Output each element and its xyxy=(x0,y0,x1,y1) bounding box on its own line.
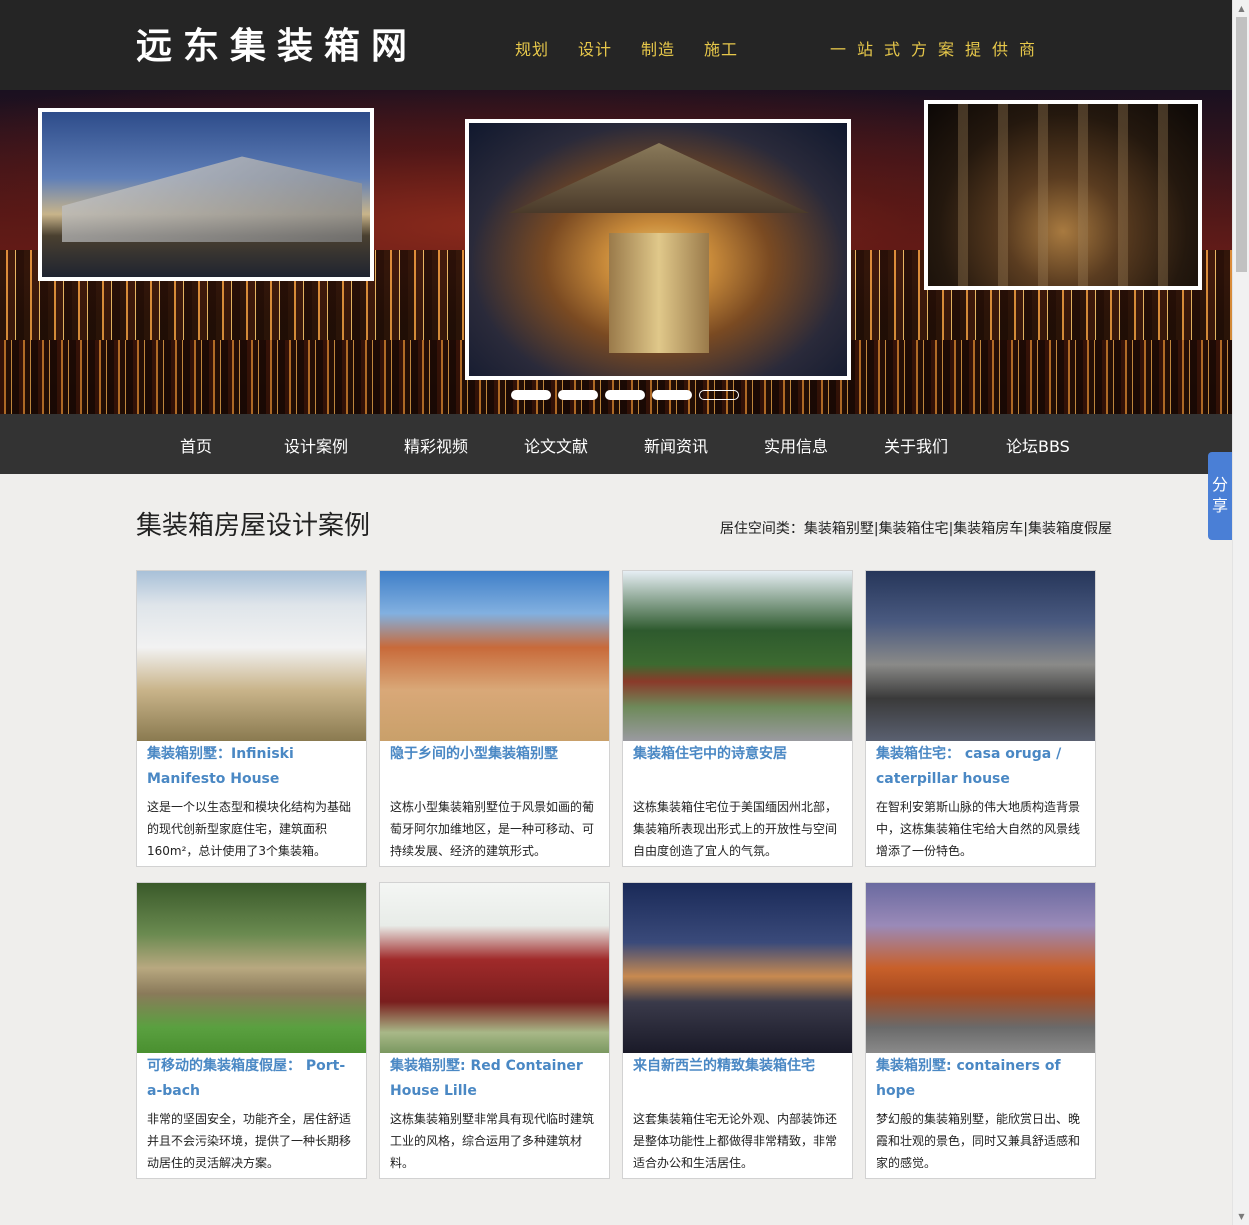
case-card[interactable]: 来自新西兰的精致集装箱住宅 这套集装箱住宅无论外观、内部装饰还是整体功能性上都做… xyxy=(622,882,853,1179)
category-links: 居住空间类：集装箱别墅|集装箱住宅|集装箱房车|集装箱度假屋 xyxy=(720,518,1112,538)
case-image[interactable] xyxy=(866,883,1095,1053)
section-title: 集装箱房屋设计案例 xyxy=(136,511,371,541)
banner-photo-right[interactable] xyxy=(924,100,1202,290)
scroll-up-arrow-icon[interactable]: ▲ xyxy=(1233,0,1249,17)
case-description: 这是一个以生态型和模块化结构为基础的现代创新型家庭住宅，建筑面积160m²，总计… xyxy=(147,800,352,858)
slider-dot-4[interactable] xyxy=(652,390,692,400)
case-title[interactable]: 集装箱别墅: Red Container House Lille xyxy=(390,1054,602,1104)
case-image[interactable] xyxy=(380,571,609,741)
nav-forum[interactable]: 论坛BBS xyxy=(1006,433,1070,457)
case-title[interactable]: 隐于乡间的小型集装箱别墅 xyxy=(390,742,602,767)
scrollbar-thumb[interactable] xyxy=(1236,17,1247,272)
case-description: 这栋小型集装箱别墅位于风景如画的葡萄牙阿尔加维地区，是一种可移动、可持续发展、经… xyxy=(390,800,595,858)
case-description: 梦幻般的集装箱别墅，能欣赏日出、晚霞和壮观的景色，同时又兼具舒适感和家的感觉。 xyxy=(876,1112,1081,1170)
case-image[interactable] xyxy=(623,571,852,741)
top-nav-planning[interactable]: 规划 xyxy=(515,36,549,60)
nav-news[interactable]: 新闻资讯 xyxy=(644,433,708,457)
nav-design-cases[interactable]: 设计案例 xyxy=(284,433,348,457)
slogan: 一站式方案提供商 xyxy=(830,40,1047,59)
case-image[interactable] xyxy=(137,883,366,1053)
case-description: 这栋集装箱住宅位于美国缅因州北部，集装箱所表现出形式上的开放性与空间自由度创造了… xyxy=(633,800,838,858)
case-card[interactable]: 集装箱别墅: Red Container House Lille 这栋集装箱别墅… xyxy=(379,882,610,1179)
slider-dots xyxy=(511,390,746,400)
slider-dot-2[interactable] xyxy=(558,390,598,400)
main-nav: 首页 设计案例 精彩视频 论文文献 新闻资讯 实用信息 关于我们 论坛BBS xyxy=(0,414,1232,474)
case-description: 非常的坚固安全，功能齐全，居住舒适并且不会污染环境，提供了一种长期移动居住的灵活… xyxy=(147,1112,352,1170)
site-header: 远东集装箱网 规划 设计 制造 施工 一站式方案提供商 xyxy=(0,0,1232,90)
case-card[interactable]: 集装箱住宅中的诗意安居 这栋集装箱住宅位于美国缅因州北部，集装箱所表现出形式上的… xyxy=(622,570,853,867)
case-description: 在智利安第斯山脉的伟大地质构造背景中，这栋集装箱住宅给大自然的风景线增添了一份特… xyxy=(876,800,1081,858)
case-title[interactable]: 集装箱住宅中的诗意安居 xyxy=(633,742,845,767)
category-holiday-house[interactable]: 集装箱度假屋 xyxy=(1028,521,1112,537)
slider-dot-1[interactable] xyxy=(511,390,551,400)
case-image[interactable] xyxy=(137,571,366,741)
nav-videos[interactable]: 精彩视频 xyxy=(404,433,468,457)
share-button[interactable]: 分享 xyxy=(1208,452,1232,540)
case-title[interactable]: 可移动的集装箱度假屋： Port-a-bach xyxy=(147,1054,359,1104)
case-card[interactable]: 集装箱别墅：Infiniski Manifesto House 这是一个以生态型… xyxy=(136,570,367,867)
top-nav: 规划 设计 制造 施工 xyxy=(515,36,767,60)
category-villa[interactable]: 集装箱别墅 xyxy=(804,521,874,537)
case-title[interactable]: 集装箱别墅：Infiniski Manifesto House xyxy=(147,742,359,792)
slider-dot-3[interactable] xyxy=(605,390,645,400)
case-image[interactable] xyxy=(866,571,1095,741)
banner-photo-center[interactable] xyxy=(465,119,851,380)
hero-banner xyxy=(0,90,1232,414)
nav-useful-info[interactable]: 实用信息 xyxy=(764,433,828,457)
banner-photo-left[interactable] xyxy=(38,108,374,281)
case-card[interactable]: 集装箱别墅: containers of hope 梦幻般的集装箱别墅，能欣赏日… xyxy=(865,882,1096,1179)
case-description: 这套集装箱住宅无论外观、内部装饰还是整体功能性上都做得非常精致，非常适合办公和生… xyxy=(633,1112,838,1170)
top-nav-construction[interactable]: 施工 xyxy=(704,36,738,60)
scroll-down-arrow-icon[interactable]: ▼ xyxy=(1233,1208,1249,1225)
case-card[interactable]: 隐于乡间的小型集装箱别墅 这栋小型集装箱别墅位于风景如画的葡萄牙阿尔加维地区，是… xyxy=(379,570,610,867)
category-residence[interactable]: 集装箱住宅 xyxy=(879,521,949,537)
site-logo[interactable]: 远东集装箱网 xyxy=(136,22,418,70)
case-card[interactable]: 集装箱住宅： casa oruga / caterpillar house 在智… xyxy=(865,570,1096,867)
nav-about-us[interactable]: 关于我们 xyxy=(884,433,948,457)
photo-building-roof xyxy=(62,156,362,242)
top-nav-manufacture[interactable]: 制造 xyxy=(641,36,675,60)
nav-home[interactable]: 首页 xyxy=(180,433,212,457)
scrollbar[interactable]: ▲ ▼ xyxy=(1232,0,1249,1225)
category-rv[interactable]: 集装箱房车 xyxy=(953,521,1023,537)
case-description: 这栋集装箱别墅非常具有现代临时建筑工业的风格，综合运用了多种建筑材料。 xyxy=(390,1112,595,1170)
case-card[interactable]: 可移动的集装箱度假屋： Port-a-bach 非常的坚固安全，功能齐全，居住舒… xyxy=(136,882,367,1179)
case-title[interactable]: 集装箱住宅： casa oruga / caterpillar house xyxy=(876,742,1088,792)
photo-hall-columns xyxy=(928,104,1198,286)
case-title[interactable]: 来自新西兰的精致集装箱住宅 xyxy=(633,1054,845,1079)
photo-building-roof xyxy=(509,143,809,213)
top-nav-design[interactable]: 设计 xyxy=(578,36,612,60)
case-title[interactable]: 集装箱别墅: containers of hope xyxy=(876,1054,1088,1104)
nav-papers[interactable]: 论文文献 xyxy=(524,433,588,457)
slider-dot-5[interactable] xyxy=(699,390,739,400)
case-image[interactable] xyxy=(380,883,609,1053)
case-image[interactable] xyxy=(623,883,852,1053)
photo-building-entrance xyxy=(609,233,709,353)
category-label: 居住空间类： xyxy=(719,521,804,537)
